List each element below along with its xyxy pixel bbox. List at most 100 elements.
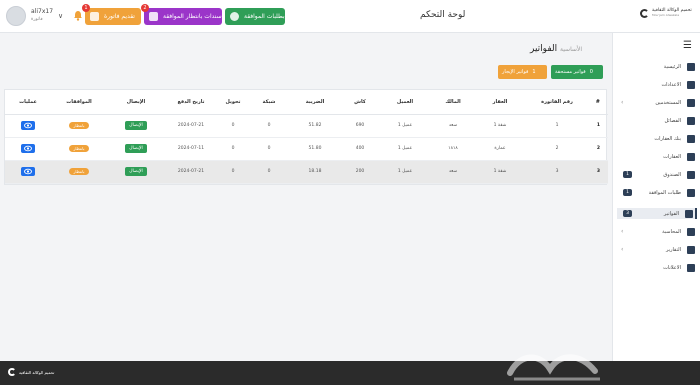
top-header: ali7x17 فاتورة ∨ 1 تقديم فاتورة 2 سندات … xyxy=(0,0,700,33)
eye-icon xyxy=(24,145,32,152)
avatar[interactable] xyxy=(6,6,26,26)
column-header: الموافقات xyxy=(51,90,107,115)
sidebar-item-properties[interactable]: العقارات xyxy=(617,151,697,162)
column-header: الضريبة xyxy=(289,90,341,115)
sidebar-item-label: العقارات xyxy=(663,153,681,160)
sidebar-item-property-bank[interactable]: بنك العقارات xyxy=(617,133,697,144)
row-index: 1 xyxy=(589,114,608,138)
network-cell: 0 xyxy=(249,160,289,184)
row-index: 2 xyxy=(589,137,608,161)
table-row[interactable]: بانتظار الإيصال 2024-07-11 0 0 51.80 400… xyxy=(5,137,608,161)
pending-vouchers-button[interactable]: 2 سندات بانتظار الموافقة xyxy=(141,4,222,25)
notification-badge: 1 xyxy=(82,4,90,12)
sidebar-item-groups[interactable]: الفصائل xyxy=(617,115,697,126)
column-header: شبكة xyxy=(249,90,289,115)
menu-icon[interactable]: ☰ xyxy=(683,40,692,51)
sidebar-item-label: الرئيسية xyxy=(663,63,681,70)
sidebar-item-label: الفواتير xyxy=(663,210,679,217)
sidebar-item-label: الاعلانات xyxy=(663,264,681,271)
due-invoices-button[interactable]: فواتير مستحقة 0 xyxy=(551,65,603,79)
sidebar-item-label: الفصائل xyxy=(664,117,681,124)
property-cell: شقة 1 xyxy=(475,114,525,138)
column-header: العميل xyxy=(379,90,431,115)
group-icon xyxy=(687,116,695,125)
main-content: الأساسية الفواتير فواتير مستحقة 0 فواتير… xyxy=(0,33,612,361)
document-icon xyxy=(149,12,158,21)
breadcrumb-home[interactable]: الأساسية xyxy=(560,46,582,53)
eye-icon xyxy=(24,122,32,129)
view-button[interactable] xyxy=(21,167,35,176)
approval-requests-label: بطلبات الموافقة xyxy=(244,13,285,20)
count-badge: 3 xyxy=(623,210,632,217)
sidebar-item-approvals[interactable]: 1 طلبات الموافقة xyxy=(617,187,697,198)
sidebar-item-fund[interactable]: 1 الصندوق xyxy=(617,169,697,180)
submit-invoice-button[interactable]: 1 تقديم فاتورة xyxy=(82,4,141,25)
network-cell: 0 xyxy=(249,137,289,161)
column-header: المالك xyxy=(431,90,475,115)
receipt-button[interactable]: الإيصال xyxy=(125,121,147,130)
check-circle-icon xyxy=(230,12,239,21)
approval-requests-button[interactable]: بطلبات الموافقة xyxy=(225,8,285,25)
column-header: # xyxy=(589,90,608,115)
chevron-left-icon: ‹ xyxy=(621,228,624,235)
sidebar-item-settings[interactable]: الاعدادات xyxy=(617,79,697,90)
invoice-icon xyxy=(685,209,693,218)
count-badge: 1 xyxy=(623,171,632,178)
rent-invoices-label: فواتير الإيجار xyxy=(502,69,529,75)
pending-vouchers-label: سندات بانتظار الموافقة xyxy=(163,13,222,20)
notification-badge: 2 xyxy=(141,4,149,12)
footer-logo-text: تحميم الوكالة الثقافية xyxy=(19,369,55,375)
payment-date: 2024-07-21 xyxy=(165,160,217,184)
transfer-cell: 0 xyxy=(217,114,249,138)
owner-cell: سعد xyxy=(431,114,475,138)
column-header: الإيصال xyxy=(107,90,165,115)
sidebar-item-label: طلبات الموافقة xyxy=(648,189,681,196)
column-header: تاريخ الدفع xyxy=(165,90,217,115)
calculator-icon xyxy=(687,227,695,236)
sidebar-item-invoices[interactable]: 3 الفواتير xyxy=(617,208,697,219)
sidebar-item-accounting[interactable]: ‹ المحاسبة xyxy=(617,226,697,237)
property-cell: عمارة xyxy=(475,137,525,161)
table-row[interactable]: بانتظار الإيصال 2024-07-21 0 0 51.82 690… xyxy=(5,114,608,138)
client-cell: عميل 1 xyxy=(379,114,431,138)
invoice-icon xyxy=(90,12,99,21)
report-icon xyxy=(687,245,695,254)
sidebar-item-home[interactable]: الرئيسية xyxy=(617,61,697,72)
gear-icon xyxy=(687,80,695,89)
chevron-left-icon: ‹ xyxy=(621,246,624,253)
chevron-down-icon[interactable]: ∨ xyxy=(58,12,63,20)
view-button[interactable] xyxy=(21,121,35,130)
tax-cell: 51.82 xyxy=(289,114,341,138)
receipt-button[interactable]: الإيصال xyxy=(125,144,147,153)
sidebar-item-reports[interactable]: ‹ التقارير xyxy=(617,244,697,255)
approval-status-badge: بانتظار xyxy=(69,122,89,129)
megaphone-icon xyxy=(687,263,695,272)
brand-logo[interactable]: تحميم الوكالة الثقافية Mou'jam Alwakala xyxy=(640,8,692,18)
column-header: كاش xyxy=(341,90,379,115)
user-name: ali7x17 xyxy=(31,8,54,15)
user-role: فاتورة xyxy=(31,17,43,22)
view-button[interactable] xyxy=(21,144,35,153)
column-header: عمليات xyxy=(5,90,51,115)
users-icon xyxy=(687,98,695,107)
eye-icon xyxy=(24,168,32,175)
logo-mark-icon xyxy=(8,368,16,376)
receipt-button[interactable]: الإيصال xyxy=(125,167,147,176)
sidebar-item-label: بنك العقارات xyxy=(654,135,681,142)
approval-status-badge: بانتظار xyxy=(69,168,89,175)
payment-date: 2024-07-21 xyxy=(165,114,217,138)
rent-invoices-button[interactable]: فواتير الإيجار 1 xyxy=(498,65,547,79)
breadcrumb: الأساسية الفواتير xyxy=(530,44,587,54)
payment-date: 2024-07-11 xyxy=(165,137,217,161)
table-row[interactable]: بانتظار الإيصال 2024-07-21 0 0 18.18 200… xyxy=(5,160,608,184)
invoice-number-cell: 1 xyxy=(525,114,589,138)
breadcrumb-current: الفواتير xyxy=(530,44,558,54)
sidebar-item-ads[interactable]: الاعلانات xyxy=(617,262,697,273)
bell-icon[interactable] xyxy=(73,10,83,21)
table-header-row: عمليات الموافقات الإيصال تاريخ الدفع تحو… xyxy=(5,90,608,115)
sidebar-item-label: المحاسبة xyxy=(662,228,681,235)
logo-mark-icon xyxy=(640,8,649,18)
transfer-cell: 0 xyxy=(217,137,249,161)
sidebar-item-users[interactable]: ‹ المستخدمين xyxy=(617,97,697,108)
user-menu[interactable]: ali7x17 فاتورة ∨ xyxy=(6,6,63,26)
